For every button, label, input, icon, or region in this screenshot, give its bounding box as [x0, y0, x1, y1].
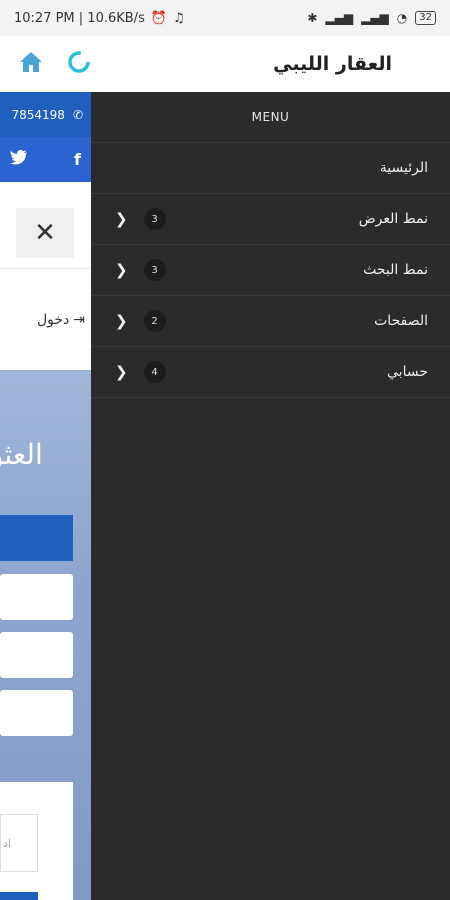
divider	[0, 268, 91, 269]
menu-item-home[interactable]: الرئيسية	[91, 143, 450, 194]
close-icon[interactable]: ✕	[16, 208, 74, 258]
home-icon[interactable]	[18, 50, 44, 78]
background-page: 7854198 ✆ f ✕ دخول ⇥ العثو اد	[0, 92, 91, 900]
battery-icon: 32	[415, 11, 436, 25]
count-badge: 3	[143, 208, 166, 230]
menu-item-label: نمط البحث	[363, 262, 428, 278]
count-badge: 3	[143, 259, 166, 281]
chevron-right-icon: ❯	[115, 261, 128, 279]
bluetooth-icon: ✱	[307, 11, 318, 25]
search-field-3[interactable]	[0, 690, 73, 736]
refresh-icon[interactable]	[66, 49, 92, 79]
wifi-icon: ◔	[396, 11, 408, 25]
login-link[interactable]: دخول ⇥	[0, 312, 85, 328]
login-label: دخول	[36, 312, 70, 328]
menu-item-meta: ❯ 3	[115, 208, 166, 230]
menu-item-label: الرئيسية	[379, 160, 428, 176]
chevron-right-icon: ❯	[115, 210, 128, 228]
drawer-header: MENU	[91, 92, 450, 143]
menu-item-search-mode[interactable]: ❯ 3 نمط البحث	[91, 245, 450, 296]
menu-item-label: حسابي	[387, 364, 428, 380]
menu-item-account[interactable]: ❯ 4 حسابي	[91, 347, 450, 398]
status-bar: 10:27 PM | 10.6KB/s ⏰ ♫ ✱ ▂▄▆ ▂▄▆ ◔ 32	[0, 0, 450, 36]
signal-icon-2: ▂▄▆	[361, 11, 389, 25]
chevron-right-icon: ❯	[115, 363, 128, 381]
hero-section: العثو اد	[0, 370, 91, 900]
menu-item-label: الصفحات	[374, 313, 428, 329]
card-input-hint: اد	[3, 836, 11, 850]
menu-item-label: نمط العرض	[358, 211, 428, 227]
signal-icon: ▂▄▆	[325, 11, 354, 25]
headset-icon: ♫	[173, 10, 185, 26]
login-icon: ⇥	[73, 312, 85, 328]
hero-title: العثو	[0, 438, 43, 471]
twitter-icon[interactable]	[10, 150, 28, 169]
alarm-icon: ⏰	[150, 10, 168, 26]
status-right: ✱ ▂▄▆ ▂▄▆ ◔ 32	[307, 11, 436, 25]
battery-level: 32	[419, 12, 432, 23]
menu-item-pages[interactable]: ❯ 2 الصفحات	[91, 296, 450, 347]
social-bar: f	[0, 137, 91, 182]
card-button[interactable]	[0, 892, 38, 900]
search-field-1[interactable]	[0, 574, 73, 620]
menu-item-meta: ❯ 4	[115, 361, 166, 383]
menu-item-meta: ❯ 3	[115, 259, 166, 281]
phone-number: 7854198	[11, 107, 65, 122]
form-card: اد	[0, 782, 73, 900]
count-badge: 4	[143, 361, 166, 383]
count-badge: 2	[143, 310, 166, 332]
chevron-right-icon: ❯	[115, 312, 128, 330]
phone-icon[interactable]: ✆	[73, 108, 83, 122]
search-field-2[interactable]	[0, 632, 73, 678]
menu-item-meta: ❯ 2	[115, 310, 166, 332]
status-left: 10:27 PM | 10.6KB/s ⏰ ♫	[14, 11, 185, 26]
app-bar: العقار الليبي	[0, 36, 450, 92]
menu-item-display-mode[interactable]: ❯ 3 نمط العرض	[91, 194, 450, 245]
search-button[interactable]	[0, 515, 73, 561]
facebook-icon[interactable]: f	[74, 150, 81, 169]
app-bar-actions	[18, 49, 92, 79]
app-title: العقار الليبي	[273, 53, 392, 75]
status-time: 10:27 PM | 10.6KB/s	[14, 10, 145, 26]
card-input[interactable]: اد	[0, 814, 38, 872]
side-drawer: MENU الرئيسية ❯ 3 نمط العرض ❯ 3 نمط البح…	[91, 92, 450, 900]
contact-bar: 7854198 ✆	[0, 92, 91, 137]
